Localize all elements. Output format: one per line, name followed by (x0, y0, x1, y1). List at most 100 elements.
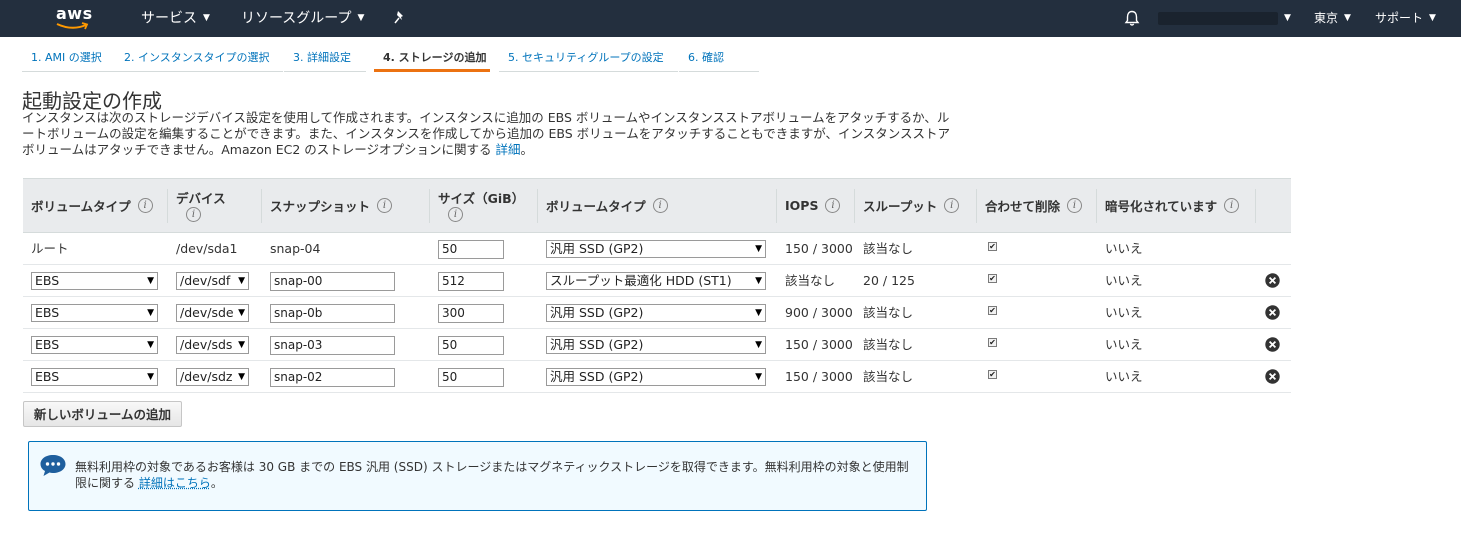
snapshot-input[interactable]: snap-02 (270, 368, 395, 387)
chevron-down-icon: ▼ (1344, 13, 1351, 23)
bell-icon[interactable] (1124, 10, 1140, 27)
add-new-volume-button[interactable]: 新しいボリュームの追加 (23, 401, 182, 427)
column-header-label: サイズ（GiB） (438, 190, 525, 206)
top-navigation-bar: aws サービス ▼ リソースグループ ▼ ▼ 東京 ▼ サポート ▼ (0, 0, 1461, 37)
selected-value: /dev/sde (180, 305, 234, 320)
remove-volume-icon[interactable] (1265, 273, 1280, 288)
info-icon[interactable]: i (1224, 198, 1240, 213)
column-header-size: サイズ（GiB） i (430, 179, 524, 232)
dropdown-arrow-icon: ▼ (147, 276, 154, 286)
dropdown-arrow-icon: ▼ (755, 276, 762, 286)
pin-icon[interactable] (393, 10, 407, 26)
step-review[interactable]: 6. 確認 (679, 47, 759, 72)
support-menu-label: サポート (1375, 11, 1424, 25)
device-select[interactable]: /dev/sdf ▼ (176, 272, 249, 290)
size-input[interactable]: 50 (438, 240, 504, 259)
account-name-redacted[interactable] (1158, 12, 1278, 25)
selected-value: EBS (35, 305, 60, 320)
learn-more-link[interactable]: 詳細 (496, 142, 521, 157)
throughput-text: 該当なし (863, 241, 914, 256)
column-header-label: IOPS (785, 198, 819, 213)
ebs-volume-type-select[interactable]: 汎用 SSD (GP2) ▼ (546, 240, 766, 258)
free-tier-info-text: 無料利用枠の対象であるお客様は 30 GB までの EBS 汎用 (SSD) ス… (75, 459, 915, 491)
ebs-volume-type-select[interactable]: 汎用 SSD (GP2) ▼ (546, 368, 766, 386)
dropdown-arrow-icon: ▼ (147, 340, 154, 350)
aws-logo-text: aws (56, 4, 93, 23)
dropdown-arrow-icon: ▼ (147, 372, 154, 382)
volume-type-select[interactable]: EBS ▼ (31, 336, 158, 354)
learn-more-link[interactable]: 詳細はこちら (139, 476, 211, 490)
column-header-delete-on-termination: 合わせて削除 i (977, 179, 1083, 232)
selected-value: 汎用 SSD (GP2) (550, 369, 644, 384)
info-icon[interactable]: i (448, 206, 463, 222)
dropdown-arrow-icon: ▼ (755, 308, 762, 318)
column-header-label: 暗号化されています (1105, 199, 1218, 214)
info-icon[interactable]: i (825, 198, 841, 213)
table-row: ルート /dev/sda1 snap-04 50 汎用 SSD (GP2) ▼ 1… (23, 233, 1291, 265)
remove-volume-icon[interactable] (1265, 369, 1280, 384)
dropdown-arrow-icon: ▼ (755, 340, 762, 350)
selected-value: EBS (35, 337, 60, 352)
snapshot-input[interactable]: snap-03 (270, 336, 395, 355)
encrypted-text: いいえ (1105, 241, 1143, 256)
delete-on-termination-checkbox[interactable]: ✔ (988, 306, 997, 315)
description-end: 。 (520, 142, 534, 157)
device-select[interactable]: /dev/sds ▼ (176, 336, 249, 354)
volume-type-select[interactable]: EBS ▼ (31, 368, 158, 386)
selected-value: /dev/sds (180, 337, 233, 352)
step-choose-ami[interactable]: 1. AMI の選択 (22, 47, 116, 72)
volume-type-select[interactable]: EBS ▼ (31, 304, 158, 322)
delete-on-termination-checkbox[interactable]: ✔ (988, 338, 997, 347)
info-icon[interactable]: i (1067, 198, 1083, 213)
chevron-down-icon[interactable]: ▼ (1284, 0, 1291, 37)
chevron-down-icon: ▼ (1429, 13, 1436, 23)
remove-volume-icon[interactable] (1265, 337, 1280, 352)
step-choose-instance-type[interactable]: 2. インスタンスタイプの選択 (115, 47, 283, 72)
step-add-storage[interactable]: 4. ストレージの追加 (374, 47, 490, 72)
volume-type-select[interactable]: EBS ▼ (31, 272, 158, 290)
delete-on-termination-checkbox[interactable]: ✔ (988, 242, 997, 251)
column-header-device: デバイス i (168, 179, 226, 232)
info-icon[interactable]: i (944, 198, 960, 213)
column-header-snapshot: スナップショット i (262, 179, 393, 232)
size-input[interactable]: 300 (438, 304, 504, 323)
remove-volume-icon[interactable] (1265, 305, 1280, 320)
size-input[interactable]: 50 (438, 368, 504, 387)
table-row: EBS ▼ /dev/sde ▼ snap-0b 300 汎用 SSD (GP2) ▼… (23, 297, 1291, 329)
throughput-text: 該当なし (863, 369, 914, 384)
throughput-text: 20 / 125 (863, 273, 915, 288)
info-icon[interactable]: i (137, 198, 153, 213)
device-text: /dev/sda1 (176, 241, 238, 256)
throughput-text: 該当なし (863, 305, 914, 320)
region-menu[interactable]: 東京 ▼ (1314, 0, 1351, 37)
ebs-volume-type-select[interactable]: 汎用 SSD (GP2) ▼ (546, 304, 766, 322)
page-description: インスタンスは次のストレージデバイス設定を使用して作成されます。インスタンスに追… (22, 110, 952, 158)
chevron-down-icon: ▼ (203, 13, 210, 23)
info-icon[interactable]: i (186, 206, 201, 222)
iops-text: 150 / 3000 (785, 241, 853, 256)
aws-logo[interactable]: aws (52, 3, 96, 33)
free-tier-info-box: 無料利用枠の対象であるお客様は 30 GB までの EBS 汎用 (SSD) ス… (28, 441, 927, 511)
delete-on-termination-checkbox[interactable]: ✔ (988, 274, 997, 283)
selected-value: /dev/sdf (180, 273, 231, 288)
size-input[interactable]: 512 (438, 272, 504, 291)
snapshot-input[interactable]: snap-00 (270, 272, 395, 291)
ebs-volume-type-select[interactable]: 汎用 SSD (GP2) ▼ (546, 336, 766, 354)
step-configure-security-group[interactable]: 5. セキュリティグループの設定 (499, 47, 678, 72)
info-icon[interactable]: i (377, 198, 393, 213)
support-menu[interactable]: サポート ▼ (1375, 0, 1436, 37)
resource-groups-menu[interactable]: リソースグループ ▼ (241, 0, 364, 37)
services-menu[interactable]: サービス ▼ (141, 0, 210, 37)
delete-on-termination-checkbox[interactable]: ✔ (988, 370, 997, 379)
info-icon[interactable]: i (652, 198, 668, 213)
size-input[interactable]: 50 (438, 336, 504, 355)
ebs-volume-type-select[interactable]: スループット最適化 HDD (ST1) ▼ (546, 272, 766, 290)
region-menu-label: 東京 (1314, 11, 1339, 25)
dropdown-arrow-icon: ▼ (755, 372, 762, 382)
column-header-label: 合わせて削除 (985, 199, 1061, 214)
device-select[interactable]: /dev/sde ▼ (176, 304, 249, 322)
snapshot-input[interactable]: snap-0b (270, 304, 395, 323)
dropdown-arrow-icon: ▼ (238, 372, 245, 382)
step-configure-details[interactable]: 3. 詳細設定 (284, 47, 366, 72)
device-select[interactable]: /dev/sdz ▼ (176, 368, 249, 386)
